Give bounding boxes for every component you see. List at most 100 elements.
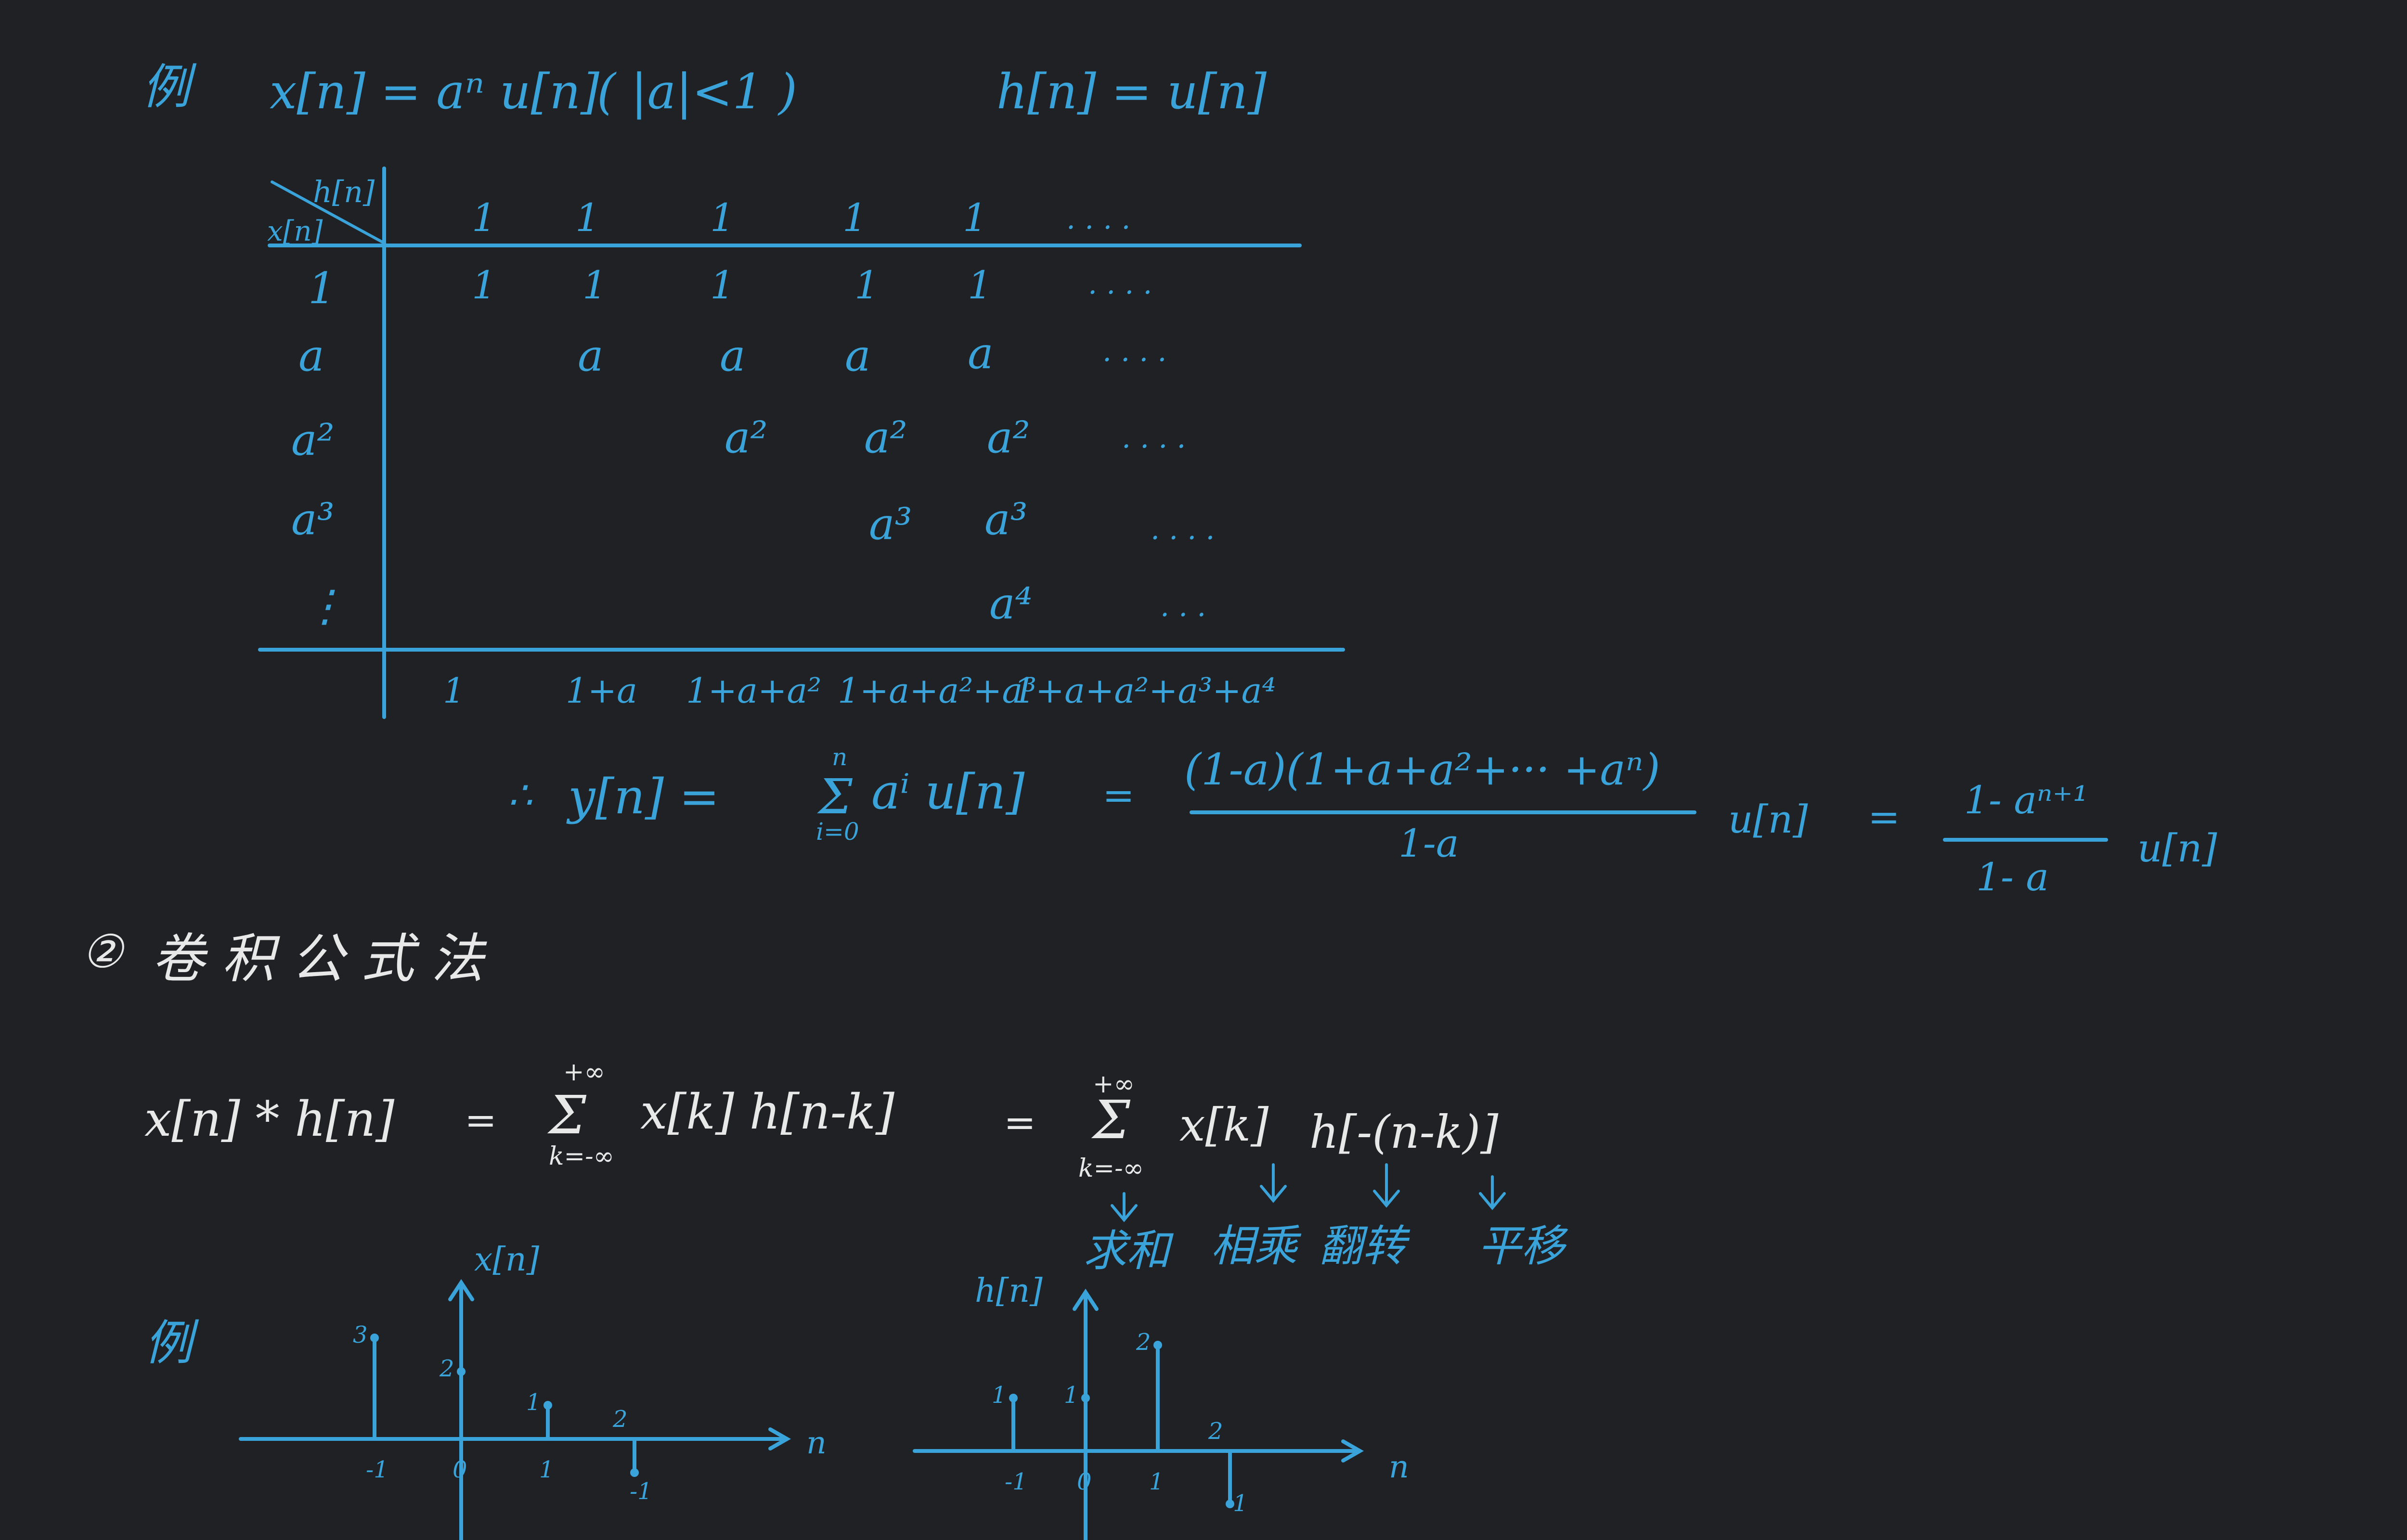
stem-marker — [1081, 1394, 1090, 1402]
sum1-symbol: Σ — [547, 1084, 587, 1146]
result-sum-top: n — [832, 743, 847, 771]
tick-label: 1 — [1149, 1468, 1164, 1495]
table-cell: 1 — [582, 263, 607, 308]
table-cell: . . . . — [1122, 421, 1186, 455]
table-cell: 1 — [854, 263, 879, 308]
sum-cell: 1+a+a²+a³+a⁴ — [1013, 670, 1276, 711]
arrow-shift — [1479, 1175, 1506, 1210]
stem-value-label: 2 — [612, 1406, 628, 1433]
tick-label: -1 — [1005, 1468, 1027, 1495]
table-cell: a³ — [869, 499, 912, 550]
result-eq1: = — [1102, 773, 1135, 818]
row-label: ⋮ — [303, 581, 347, 631]
formula-eq2: = — [1004, 1100, 1036, 1145]
table-header-cell: 1 — [472, 195, 496, 240]
formula-term2a: x[k] — [1179, 1099, 1269, 1152]
therefore-symbol: ∴ — [508, 773, 532, 818]
table-cell: a⁴ — [989, 578, 1033, 629]
x-condition: ( |a|<1 ) — [597, 64, 797, 120]
stem-marker — [370, 1334, 379, 1342]
arrow-flip — [1373, 1163, 1400, 1208]
row-label: a² — [291, 415, 335, 465]
h-plot-axis-label: n — [1389, 1449, 1409, 1485]
table-row: a² a² a² . . . . — [725, 412, 1186, 463]
stem-marker — [1009, 1394, 1018, 1402]
table-cell: 1 — [472, 263, 496, 308]
sum2-symbol: Σ — [1091, 1089, 1131, 1151]
tick-label: 1 — [539, 1456, 554, 1483]
annotation-sum: 求和 — [1083, 1226, 1174, 1276]
x-plot-axis-label: n — [806, 1425, 827, 1461]
table-cell: a² — [987, 412, 1030, 463]
table-cell: . . . . — [1151, 513, 1215, 546]
table-header-cell: . . . . — [1066, 202, 1131, 236]
section2-number: ② — [82, 925, 125, 978]
sum1-top: +∞ — [563, 1058, 605, 1087]
convolution-formula: x[n] * h[n] = +∞ Σ k=-∞ x[k] h[n-k] = +∞… — [144, 1058, 1568, 1276]
stem-value-label: 1 — [1064, 1382, 1079, 1409]
row-label: a³ — [291, 494, 335, 545]
result-sum-bottom: i=0 — [816, 818, 859, 846]
annotation-shift: 平移 — [1478, 1221, 1568, 1271]
table-cell: a² — [725, 412, 768, 463]
table-header-row: 1 1 1 1 1 . . . . — [472, 195, 1131, 240]
formula-term1: x[k] h[n-k] — [640, 1084, 895, 1140]
annotation-arrows — [1111, 1163, 1506, 1222]
fraction1-denominator: 1-a — [1398, 821, 1459, 866]
table-cell: . . . . — [1088, 267, 1152, 301]
tick-label: -1 — [366, 1456, 388, 1483]
sum2-bottom: k=-∞ — [1078, 1154, 1144, 1183]
fraction2-denominator: 1- a — [1976, 855, 2049, 899]
table-cell: a² — [864, 412, 907, 463]
negative-value-label: -1 — [630, 1478, 652, 1505]
table-row: a³ a³ . . . . — [869, 494, 1215, 550]
sum-cell: 1 — [443, 670, 465, 711]
fraction1-tail: u[n] — [1728, 797, 1808, 842]
result-sum-term: aⁱ u[n] — [871, 764, 1025, 820]
stem-marker — [457, 1367, 466, 1376]
whiteboard-canvas: 例 x[n] = aⁿ u[n] ( |a|<1 ) h[n] = u[n] h… — [82, 59, 2217, 1540]
table-cell: a — [720, 331, 746, 381]
tick-label: 0 — [453, 1456, 467, 1483]
formula-term2b: h[-(n-k)] — [1309, 1106, 1499, 1159]
result-eq2: = — [1868, 795, 1900, 839]
example2-label: 例 — [144, 1315, 199, 1371]
stem-value-label: 2 — [439, 1355, 454, 1382]
x-stem-plot: x[n] n 3 2 1 2 -1 0 1 -1 — [239, 1241, 827, 1540]
table-cell: 1 — [968, 263, 992, 308]
row-label: 1 — [308, 263, 336, 314]
stem-value-label: 2 — [1208, 1418, 1223, 1445]
table-cell: a — [845, 331, 871, 381]
sum-cell: 1+a — [566, 670, 637, 711]
arrow-mult — [1260, 1163, 1287, 1203]
table-row: a⁴ . . . — [989, 578, 1206, 629]
annotation-flip: 翻转 — [1319, 1221, 1411, 1271]
stem-marker — [544, 1401, 552, 1410]
tick-label: 0 — [1077, 1468, 1092, 1495]
table-sums-row: 1 1+a 1+a+a² 1+a+a²+a³ 1+a+a²+a³+a⁴ — [443, 670, 1276, 711]
h-plot-title: h[n] — [975, 1272, 1043, 1310]
negative-value-label: -1 — [1225, 1490, 1248, 1517]
table-corner-x: x[n] — [267, 215, 323, 247]
stem-value-label: 2 — [1136, 1329, 1151, 1356]
table-cell: 1 — [710, 263, 735, 308]
table-cell: . . . — [1160, 590, 1206, 623]
h-definition: h[n] = u[n] — [996, 64, 1267, 120]
table-row: a a a a . . . . — [578, 328, 1167, 381]
annotation-mult: 相乘 — [1211, 1221, 1302, 1271]
arrow-sum — [1111, 1192, 1138, 1222]
table-cell: a³ — [984, 494, 1028, 545]
x-plot-title: x[n] — [474, 1241, 540, 1279]
formula-lhs: x[n] * h[n] — [144, 1091, 395, 1147]
stem-value-label: 1 — [526, 1389, 541, 1416]
table-cell: a — [578, 331, 604, 381]
stem-marker — [630, 1468, 639, 1477]
stem-value-label: 3 — [353, 1322, 368, 1348]
result-lhs: y[n] = — [566, 769, 720, 825]
sum-cell: 1+a+a² — [686, 670, 821, 711]
convolution-table: h[n] x[n] 1 1 1 1 1 . . . . 1 a a² a³ ⋮ … — [258, 167, 1345, 719]
row-label: a — [298, 331, 324, 381]
fraction2-tail: u[n] — [2137, 826, 2217, 871]
stem-value-label: 1 — [992, 1382, 1007, 1409]
table-header-cell: 1 — [575, 195, 600, 240]
